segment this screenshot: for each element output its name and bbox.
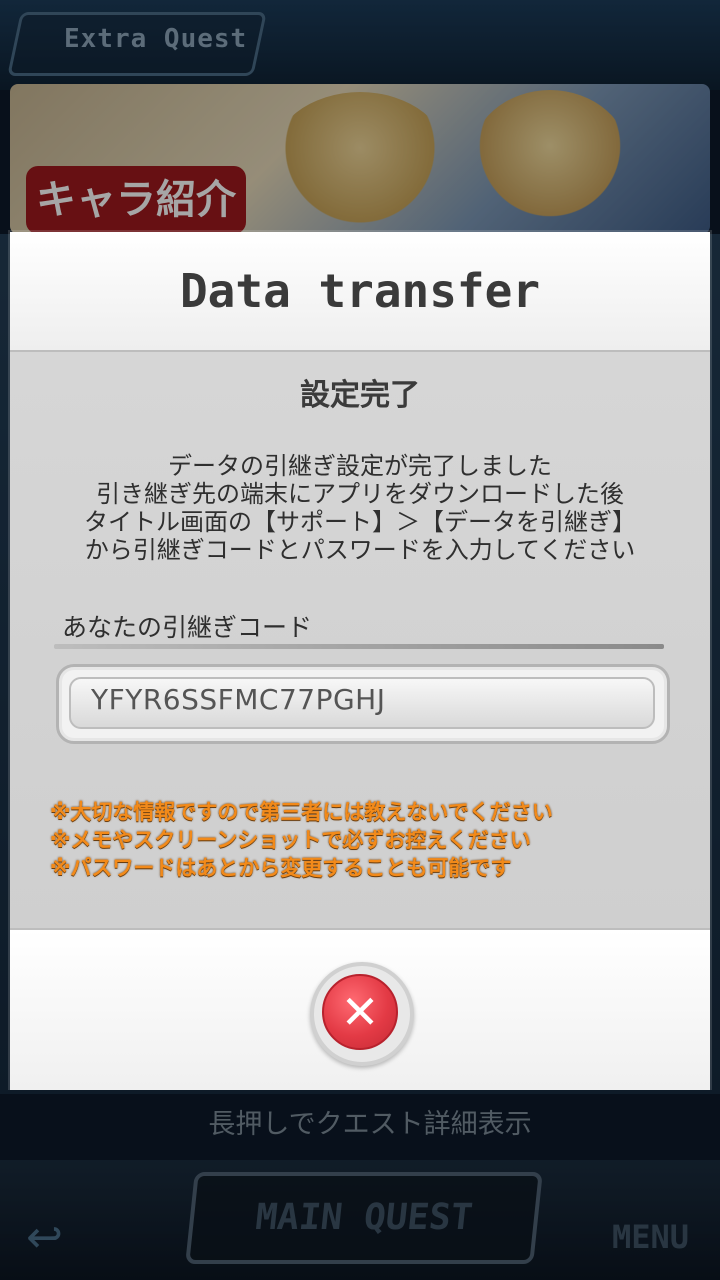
warning-line: ※パスワードはあとから変更することも可能です xyxy=(50,856,512,880)
transfer-code-label: あなたの引継ぎコード xyxy=(62,613,313,642)
transfer-code-field[interactable]: YFYR6SSFMC77PGHJ xyxy=(56,664,670,744)
label-underline xyxy=(54,644,664,649)
dialog-body: 設定完了 データの引継ぎ設定が完了しました 引き継ぎ先の端末にアプリをダウンロー… xyxy=(10,352,710,928)
instruction-line: データの引継ぎ設定が完了しました xyxy=(168,452,552,480)
status-title: 設定完了 xyxy=(300,378,420,413)
warning-line: ※メモやスクリーンショットで必ずお控えください xyxy=(50,828,531,852)
warning-notes: ※大切な情報ですので第三者には教えないでください ※メモやスクリーンショットで必… xyxy=(50,798,670,882)
instruction-line: 引き継ぎ先の端末にアプリをダウンロードした後 xyxy=(96,480,624,508)
dialog-title: Data transfer xyxy=(179,264,541,318)
transfer-instructions: データの引継ぎ設定が完了しました 引き継ぎ先の端末にアプリをダウンロードした後 … xyxy=(30,452,690,564)
dialog-header: Data transfer xyxy=(10,232,710,352)
close-button-face[interactable]: ✕ xyxy=(322,974,398,1050)
data-transfer-dialog: Data transfer 設定完了 データの引継ぎ設定が完了しました 引き継ぎ… xyxy=(10,232,710,1090)
transfer-code-value[interactable]: YFYR6SSFMC77PGHJ xyxy=(91,683,385,716)
instruction-line: から引継ぎコードとパスワードを入力してください xyxy=(84,536,636,564)
close-button[interactable]: ✕ xyxy=(310,962,414,1066)
dialog-footer: ✕ xyxy=(10,928,710,1090)
warning-line: ※大切な情報ですので第三者には教えないでください xyxy=(50,800,553,824)
instruction-line: タイトル画面の【サポート】＞【データを引継ぎ】 xyxy=(84,508,636,536)
close-icon[interactable]: ✕ xyxy=(324,976,396,1048)
